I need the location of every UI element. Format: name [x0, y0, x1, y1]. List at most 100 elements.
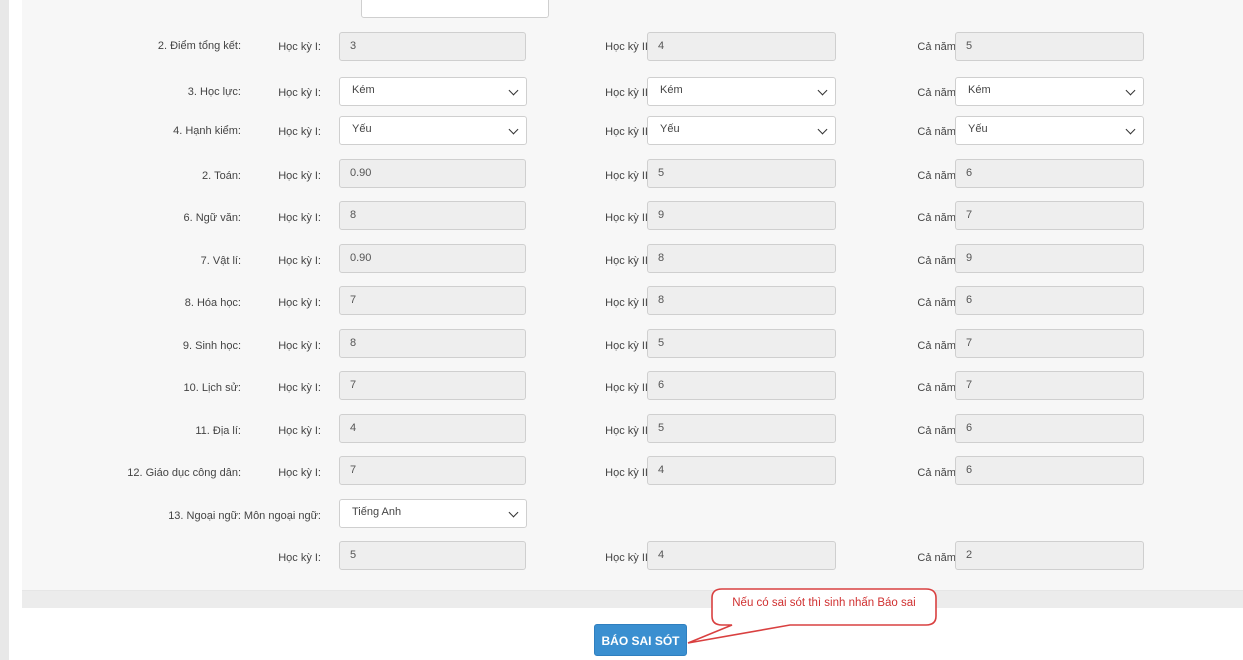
history-hk1-field[interactable]: 7 — [339, 371, 526, 400]
chemistry-cn-field[interactable]: 6 — [955, 286, 1144, 315]
chemistry-hk1-field[interactable]: 7 — [339, 286, 526, 315]
partial-field-above[interactable] — [361, 0, 549, 18]
literature-hk2-field[interactable]: 9 — [647, 201, 836, 230]
geography-hk2-field[interactable]: 5 — [647, 414, 836, 443]
hk2-label: Học kỳ II: — [605, 212, 651, 224]
hk2-label: Học kỳ II: — [605, 87, 651, 99]
chevron-down-icon — [1125, 85, 1136, 96]
chemistry-hk2-field[interactable]: 8 — [647, 286, 836, 315]
row-label-conduct: 4. Hạnh kiểm: — [173, 125, 241, 137]
cn-label: Cả năm: — [917, 170, 959, 182]
biology-hk2-field[interactable]: 5 — [647, 329, 836, 358]
select-value: Yếu — [660, 123, 680, 135]
row-label-biology: 9. Sinh học: — [182, 340, 241, 352]
geography-cn-field[interactable]: 6 — [955, 414, 1144, 443]
academic-cn-select[interactable]: Kém — [955, 77, 1144, 106]
academic-hk1-select[interactable]: Kém — [339, 77, 527, 106]
cn-label: Cả năm: — [917, 297, 959, 309]
foreign-subject-select[interactable]: Tiếng Anh — [339, 499, 527, 528]
select-value: Yếu — [352, 123, 372, 135]
left-edge-strip — [0, 0, 9, 660]
section-separator — [22, 591, 1243, 608]
row-label-chemistry: 8. Hóa học: — [184, 297, 241, 309]
civics-hk1-field[interactable]: 7 — [339, 456, 526, 485]
row-label-physics: 7. Vật lí: — [200, 255, 241, 267]
foreign-subject-label: Môn ngoại ngữ: — [243, 510, 321, 522]
row-label-history: 10. Lịch sử: — [183, 382, 241, 394]
select-value: Yếu — [968, 123, 988, 135]
hk1-label: Học kỳ I: — [278, 170, 321, 182]
hk2-label: Học kỳ II: — [605, 126, 651, 138]
cn-label: Cả năm: — [917, 340, 959, 352]
academic-hk2-select[interactable]: Kém — [647, 77, 836, 106]
hk2-label: Học kỳ II: — [605, 382, 651, 394]
geography-hk1-field[interactable]: 4 — [339, 414, 526, 443]
hk1-label: Học kỳ I: — [278, 467, 321, 479]
civics-cn-field[interactable]: 6 — [955, 456, 1144, 485]
foreign-hk1-field[interactable]: 5 — [339, 541, 526, 570]
hk1-label: Học kỳ I: — [278, 212, 321, 224]
cn-label: Cả năm: — [917, 467, 959, 479]
hk2-label: Học kỳ II: — [605, 255, 651, 267]
hk1-label: Học kỳ I: — [278, 340, 321, 352]
chevron-down-icon — [508, 85, 519, 96]
hk2-label: Học kỳ II: — [605, 425, 651, 437]
select-value: Kém — [660, 84, 683, 96]
history-cn-field[interactable]: 7 — [955, 371, 1144, 400]
physics-hk1-field[interactable]: 0.90 — [339, 244, 526, 273]
hk2-label: Học kỳ II: — [605, 340, 651, 352]
biology-hk1-field[interactable]: 8 — [339, 329, 526, 358]
cn-label: Cả năm: — [917, 87, 959, 99]
report-error-button[interactable]: BÁO SAI SÓT — [594, 624, 687, 656]
cn-label: Cả năm: — [917, 255, 959, 267]
literature-cn-field[interactable]: 7 — [955, 201, 1144, 230]
math-hk2-field[interactable]: 5 — [647, 159, 836, 188]
hk1-label: Học kỳ I: — [278, 255, 321, 267]
hk1-label: Học kỳ I: — [278, 126, 321, 138]
callout-text: Nếu có sai sót thì sinh nhấn Báo sai — [732, 597, 916, 609]
conduct-hk2-select[interactable]: Yếu — [647, 116, 836, 145]
summary-hk1-field[interactable]: 3 — [339, 32, 526, 61]
row-label-civics: 12. Giáo dục công dân: — [127, 467, 241, 479]
select-value: Tiếng Anh — [352, 506, 402, 518]
row-label-foreign-language: 13. Ngoại ngữ: — [168, 510, 241, 522]
row-label-academic: 3. Học lực: — [187, 86, 241, 98]
hk2-label: Học kỳ II: — [605, 297, 651, 309]
summary-hk2-field[interactable]: 4 — [647, 32, 836, 61]
select-value: Kém — [968, 84, 991, 96]
hk2-label: Học kỳ II: — [605, 467, 651, 479]
conduct-hk1-select[interactable]: Yếu — [339, 116, 527, 145]
biology-cn-field[interactable]: 7 — [955, 329, 1144, 358]
select-value: Kém — [352, 84, 375, 96]
hk1-label: Học kỳ I: — [278, 552, 321, 564]
chevron-down-icon — [508, 124, 519, 135]
cn-label: Cả năm: — [917, 41, 959, 53]
cn-label: Cả năm: — [917, 425, 959, 437]
literature-hk1-field[interactable]: 8 — [339, 201, 526, 230]
hk2-label: Học kỳ II: — [605, 41, 651, 53]
chevron-down-icon — [508, 507, 519, 518]
math-cn-field[interactable]: 6 — [955, 159, 1144, 188]
summary-cn-field[interactable]: 5 — [955, 32, 1144, 61]
hk1-label: Học kỳ I: — [278, 297, 321, 309]
hk1-label: Học kỳ I: — [278, 382, 321, 394]
grades-panel: 2. Điểm tổng kết: Học kỳ I: 3 Học kỳ II:… — [22, 0, 1243, 591]
foreign-cn-field[interactable]: 2 — [955, 541, 1144, 570]
math-hk1-field[interactable]: 0.90 — [339, 159, 526, 188]
cn-label: Cả năm: — [917, 212, 959, 224]
physics-cn-field[interactable]: 9 — [955, 244, 1144, 273]
foreign-hk2-field[interactable]: 4 — [647, 541, 836, 570]
hk1-label: Học kỳ I: — [278, 87, 321, 99]
conduct-cn-select[interactable]: Yếu — [955, 116, 1144, 145]
row-label-geography: 11. Địa lí: — [195, 425, 241, 437]
row-label-literature: 6. Ngữ văn: — [183, 212, 241, 224]
hk2-label: Học kỳ II: — [605, 552, 651, 564]
row-label-math: 2. Toán: — [202, 170, 241, 182]
chevron-down-icon — [1125, 124, 1136, 135]
cn-label: Cả năm: — [917, 382, 959, 394]
physics-hk2-field[interactable]: 8 — [647, 244, 836, 273]
row-label-summary-score: 2. Điểm tổng kết: — [157, 40, 241, 52]
civics-hk2-field[interactable]: 4 — [647, 456, 836, 485]
history-hk2-field[interactable]: 6 — [647, 371, 836, 400]
hk1-label: Học kỳ I: — [278, 425, 321, 437]
